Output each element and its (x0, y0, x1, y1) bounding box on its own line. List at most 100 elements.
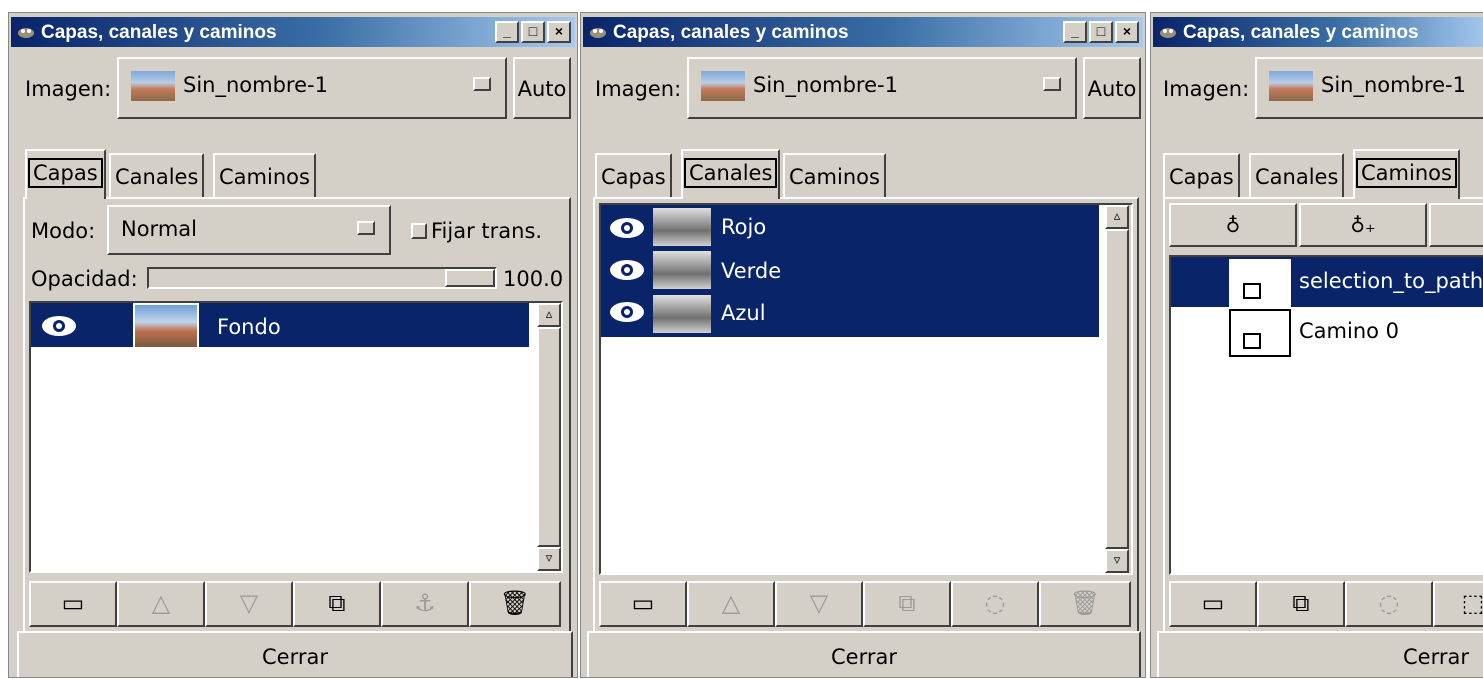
channel-thumbnail (653, 295, 711, 333)
close-label: Cerrar (831, 645, 897, 669)
list-item[interactable]: Camino 0 (1171, 307, 1483, 361)
close-button[interactable]: Cerrar (17, 631, 573, 677)
keep-trans-checkbox[interactable] (411, 223, 427, 239)
list-item[interactable]: Rojo (601, 205, 1099, 249)
path-thumbnail (1229, 309, 1291, 357)
title-bar[interactable]: Capas, canales y caminos (1153, 17, 1483, 47)
delete-layer-button[interactable]: 🗑 (469, 581, 561, 627)
minimize-button[interactable]: _ (495, 21, 519, 43)
channel-thumbnail (653, 208, 711, 246)
tab-canales[interactable]: Canales (1249, 153, 1345, 199)
raise-layer-button[interactable]: △ (117, 581, 205, 627)
anchor-layer-button[interactable]: ⚓ (381, 581, 469, 627)
image-thumbnail (701, 71, 745, 101)
tab-label: Caminos (219, 165, 310, 189)
duplicate-icon: ⧉ (1292, 589, 1310, 617)
scroll-down-arrow-icon[interactable]: ▿ (1105, 549, 1129, 573)
duplicate-path-button[interactable]: ⧉ (1257, 581, 1345, 627)
paths-list: selection_to_path Camino 0 (1169, 255, 1483, 575)
tab-capas[interactable]: Capas (1163, 153, 1240, 199)
image-thumbnail (1269, 71, 1313, 101)
scroll-up-arrow-icon[interactable]: ▵ (1105, 205, 1129, 229)
scroll-thumb[interactable] (1105, 229, 1129, 549)
delete-icon: 🗑 (1069, 589, 1101, 617)
close-button[interactable]: Cerrar (1157, 631, 1483, 677)
new-layer-button[interactable]: ▭ (29, 581, 117, 627)
lower-layer-button[interactable]: ▽ (205, 581, 293, 627)
auto-label: Auto (1087, 77, 1137, 101)
eye-icon[interactable] (607, 299, 647, 325)
opacity-value: 100.0 (503, 267, 564, 291)
tab-caminos[interactable]: Caminos (783, 153, 886, 199)
title-bar[interactable]: Capas, canales y caminos _ □ × (11, 17, 575, 47)
anchor-icon: ⚓ (414, 589, 436, 617)
path-thumbnail (1229, 259, 1291, 307)
image-value: Sin_nombre-1 (753, 73, 898, 97)
tab-label: Canales (1255, 165, 1339, 189)
list-item[interactable]: Verde (601, 249, 1099, 293)
eye-icon[interactable] (607, 257, 647, 283)
auto-button[interactable]: Auto (513, 57, 571, 119)
image-selector[interactable]: Sin_nombre-1 (1255, 57, 1483, 119)
new-layer-icon: ▭ (61, 589, 85, 617)
mode-selector[interactable]: Normal (107, 205, 391, 255)
duplicate-icon: ⧉ (898, 589, 916, 617)
tab-label: Capas (1169, 165, 1234, 189)
auto-label: Auto (517, 77, 567, 101)
channel-name: Azul (721, 301, 766, 325)
tab-caminos[interactable]: Caminos (1353, 149, 1460, 199)
maximize-button[interactable]: □ (1089, 21, 1113, 43)
path-name: Camino 0 (1299, 319, 1400, 343)
duplicate-layer-button[interactable]: ⧉ (293, 581, 381, 627)
auto-button[interactable]: Auto (1083, 57, 1141, 119)
tab-capas[interactable]: Capas (25, 149, 106, 199)
close-button[interactable]: Cerrar (587, 631, 1141, 677)
slider-knob[interactable] (445, 269, 495, 287)
delete-icon: 🗑 (499, 589, 531, 617)
window-title: Capas, canales y caminos (1183, 22, 1419, 43)
duplicate-channel-button[interactable]: ⧉ (863, 581, 951, 627)
minimize-button[interactable]: _ (1063, 21, 1087, 43)
raise-channel-button[interactable]: △ (687, 581, 775, 627)
eye-icon[interactable] (39, 313, 79, 339)
title-bar[interactable]: Capas, canales y caminos _ □ × (583, 17, 1143, 47)
tab-capas[interactable]: Capas (595, 153, 672, 199)
channel-to-selection-button[interactable]: ◌ (951, 581, 1039, 627)
delete-point-button[interactable] (1429, 203, 1483, 247)
tab-canales[interactable]: Canales (681, 149, 781, 199)
gimp-app-icon (590, 28, 606, 38)
new-point-button[interactable]: ♁ (1169, 203, 1297, 247)
new-channel-button[interactable]: ▭ (599, 581, 687, 627)
new-path-icon: ▭ (1201, 589, 1225, 617)
list-item[interactable]: selection_to_path (1171, 257, 1483, 307)
window-title: Capas, canales y caminos (613, 22, 849, 43)
list-item[interactable]: Azul (601, 293, 1099, 337)
lower-icon: ▽ (239, 589, 259, 617)
close-label: Cerrar (1403, 645, 1469, 669)
channels-dialog-window: Capas, canales y caminos _ □ × Imagen: S… (580, 12, 1146, 678)
scroll-thumb[interactable] (537, 327, 561, 547)
image-label: Imagen: (1163, 77, 1250, 101)
delete-channel-button[interactable]: 🗑 (1039, 581, 1131, 627)
close-window-button[interactable]: × (547, 21, 571, 43)
add-point-button[interactable]: ♁₊ (1299, 203, 1427, 247)
image-selector[interactable]: Sin_nombre-1 (687, 57, 1077, 119)
tab-canales[interactable]: Canales (109, 153, 205, 199)
selection-to-path-button[interactable]: ⬚ (1433, 581, 1483, 627)
scroll-down-arrow-icon[interactable]: ▿ (537, 547, 561, 571)
maximize-button[interactable]: □ (521, 21, 545, 43)
close-window-button[interactable]: × (1115, 21, 1139, 43)
lower-channel-button[interactable]: ▽ (775, 581, 863, 627)
close-label: Cerrar (262, 645, 328, 669)
path-to-selection-icon: ◌ (1378, 589, 1400, 617)
list-item[interactable]: Fondo (31, 303, 529, 349)
image-selector[interactable]: Sin_nombre-1 (117, 57, 507, 119)
vertical-scrollbar[interactable]: ▵ ▿ (1105, 205, 1131, 573)
tab-caminos[interactable]: Caminos (213, 153, 316, 199)
new-path-button[interactable]: ▭ (1169, 581, 1257, 627)
vertical-scrollbar[interactable]: ▵ ▿ (537, 303, 561, 571)
opacity-slider[interactable] (147, 267, 497, 289)
path-to-selection-button[interactable]: ◌ (1345, 581, 1433, 627)
scroll-up-arrow-icon[interactable]: ▵ (537, 303, 561, 327)
eye-icon[interactable] (607, 215, 647, 241)
